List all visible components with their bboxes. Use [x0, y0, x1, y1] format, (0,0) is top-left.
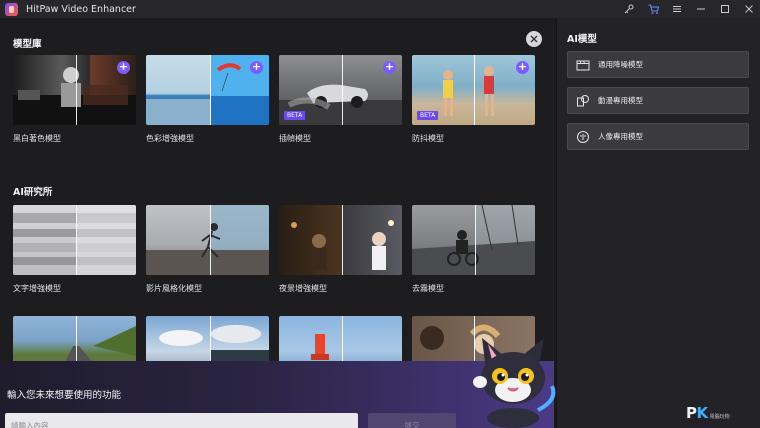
sidebar-title: AI模型 — [567, 34, 597, 45]
watermark-k: K — [696, 404, 709, 422]
menu-icon[interactable] — [672, 4, 682, 14]
model-card-stabilize[interactable]: + BETA 防抖模型 — [412, 55, 535, 144]
film-icon — [576, 60, 590, 70]
thumbnail-interpolation: + BETA — [279, 55, 402, 125]
library-title: 模型庫 — [13, 39, 42, 50]
model-card-color-enhance[interactable]: + 色彩增強模型 — [146, 55, 269, 144]
watermark-logo: PK 電腦玩物 — [686, 404, 730, 422]
watermark-p: P — [686, 404, 697, 422]
thumbnail-colorize: + — [13, 55, 136, 125]
add-model-button[interactable]: + — [516, 61, 529, 74]
model-card-dehaze[interactable]: 去霧模型 — [412, 205, 535, 294]
model-label: 防抖模型 — [412, 134, 444, 143]
watermark-sub: 電腦玩物 — [709, 414, 730, 420]
model-label: 夜景增強模型 — [279, 284, 327, 293]
model-label: 黑白著色模型 — [13, 134, 61, 143]
add-model-button[interactable]: + — [250, 61, 263, 74]
thumbnail-text — [13, 205, 136, 275]
model-label: 文字增強模型 — [13, 284, 61, 293]
beta-badge: BETA — [417, 111, 439, 120]
add-model-button[interactable]: + — [117, 61, 130, 74]
sidebar-item-label: 人像專用模型 — [598, 132, 643, 141]
lab-title: AI研究所 — [13, 187, 53, 198]
feature-request-title: 輸入您未來想要使用的功能 — [7, 390, 122, 401]
face-icon — [577, 130, 589, 143]
app-logo-icon — [5, 2, 18, 16]
ai-model-sidebar: AI模型 通用降噪模型 動漫專用模型 人像專用模型 — [556, 18, 760, 428]
thumbnail-stylize — [146, 205, 269, 275]
cart-icon[interactable] — [648, 4, 659, 14]
title-bar: HitPaw Video Enhancer — [0, 0, 760, 18]
maximize-icon[interactable] — [720, 4, 730, 14]
model-label: 色彩增強模型 — [146, 134, 194, 143]
add-model-button[interactable]: + — [383, 61, 396, 74]
model-card-colorize[interactable]: + 黑白著色模型 — [13, 55, 136, 144]
thumbnail-night — [279, 205, 402, 275]
sidebar-item-label: 通用降噪模型 — [598, 60, 643, 69]
anime-icon — [577, 94, 589, 106]
model-label: 影片風格化模型 — [146, 284, 202, 293]
cat-mascot-icon — [473, 338, 556, 428]
model-label: 去霧模型 — [412, 284, 444, 293]
close-panel-button[interactable] — [526, 31, 542, 47]
sidebar-item-label: 動漫專用模型 — [598, 96, 643, 105]
close-icon — [530, 35, 538, 43]
model-card-interpolation[interactable]: + BETA 插幀模型 — [279, 55, 402, 144]
thumbnail-dehaze — [412, 205, 535, 275]
beta-badge: BETA — [284, 111, 306, 120]
sidebar-item-anime[interactable]: 動漫專用模型 — [567, 87, 749, 114]
sidebar-item-portrait[interactable]: 人像專用模型 — [567, 123, 749, 150]
app-title: HitPaw Video Enhancer — [26, 3, 136, 15]
feature-request-input[interactable] — [5, 413, 358, 428]
sidebar-item-denoise[interactable]: 通用降噪模型 — [567, 51, 749, 78]
submit-button[interactable]: 提交 — [368, 413, 456, 428]
model-card-stylize[interactable]: 影片風格化模型 — [146, 205, 269, 294]
model-card-night[interactable]: 夜景增強模型 — [279, 205, 402, 294]
minimize-icon[interactable] — [696, 4, 706, 14]
model-label: 插幀模型 — [279, 134, 311, 143]
thumbnail-color-enhance: + — [146, 55, 269, 125]
key-icon[interactable] — [624, 4, 634, 14]
close-window-icon[interactable] — [744, 4, 754, 14]
thumbnail-stabilize: + BETA — [412, 55, 535, 125]
model-card-text[interactable]: 文字增強模型 — [13, 205, 136, 294]
